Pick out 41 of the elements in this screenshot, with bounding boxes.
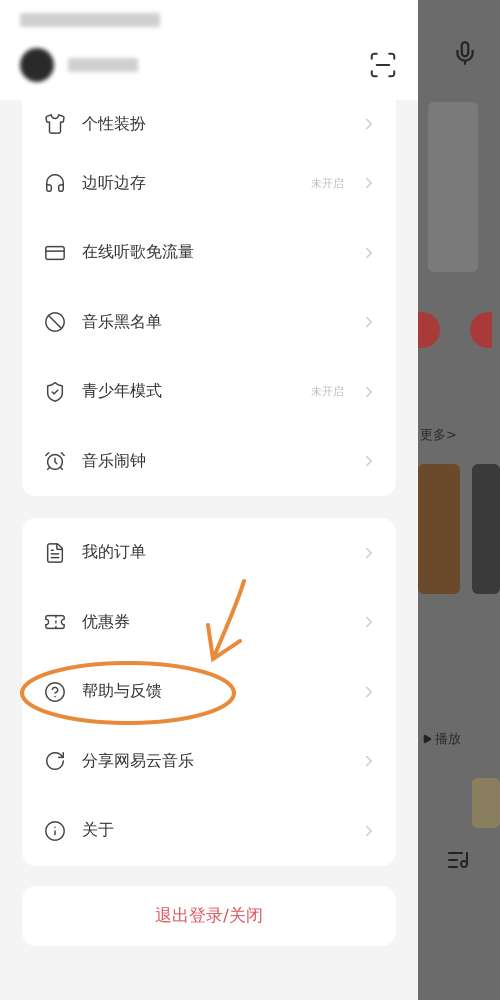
info-icon bbox=[44, 820, 66, 842]
shirt-icon bbox=[44, 113, 66, 136]
menu-item[interactable]: 分享网易云音乐 bbox=[22, 726, 396, 796]
song-cover bbox=[472, 778, 500, 828]
menu-item-label: 青少年模式 bbox=[82, 381, 163, 402]
menu-item-label: 个性装扮 bbox=[82, 114, 147, 135]
menu-item-label: 边听边存 bbox=[82, 172, 147, 194]
ban-icon bbox=[44, 311, 66, 334]
menu-item-label: 关于 bbox=[82, 820, 115, 842]
category-icon bbox=[470, 312, 492, 348]
menu-item-label: 分享网易云音乐 bbox=[82, 750, 195, 772]
scan-icon[interactable] bbox=[368, 50, 398, 80]
menu-item-label: 音乐黑名单 bbox=[82, 312, 163, 333]
play-icon bbox=[422, 734, 432, 744]
share-icon bbox=[44, 750, 66, 772]
shield-check-icon bbox=[44, 380, 66, 403]
menu-item-label: 优惠券 bbox=[82, 612, 131, 633]
category-icon bbox=[418, 312, 440, 348]
menu-item[interactable]: 在线听歌免流量 bbox=[22, 218, 396, 288]
menu-item[interactable]: 音乐闹钟 bbox=[22, 426, 396, 496]
menu-item-label: 在线听歌免流量 bbox=[82, 242, 195, 264]
menu-item[interactable]: 关于 bbox=[22, 796, 396, 866]
status-text: 未开启 bbox=[311, 384, 344, 400]
help-icon bbox=[44, 680, 66, 703]
blurred-username bbox=[68, 58, 138, 72]
menu-item[interactable]: 帮助与反馈 bbox=[22, 657, 396, 726]
menu-item[interactable]: 个性装扮 bbox=[22, 100, 396, 148]
menu-item[interactable]: 音乐黑名单 bbox=[22, 288, 396, 357]
menu-item-label: 音乐闹钟 bbox=[82, 450, 147, 472]
status-text: 未开启 bbox=[311, 176, 344, 191]
avatar[interactable] bbox=[20, 48, 54, 82]
document-icon bbox=[44, 542, 66, 564]
menu-item[interactable]: 我的订单 bbox=[22, 518, 396, 588]
menu-item[interactable]: 边听边存 未开启 bbox=[22, 148, 396, 218]
menu-item-label: 帮助与反馈 bbox=[82, 681, 163, 702]
menu-item-label: 我的订单 bbox=[82, 542, 147, 564]
headphones-icon bbox=[44, 172, 66, 194]
logout-button[interactable]: 退出登录/关闭 bbox=[22, 886, 396, 946]
menu-item[interactable]: 青少年模式 未开启 bbox=[22, 357, 396, 426]
alarm-clock-icon bbox=[44, 450, 66, 472]
menu-item[interactable]: 优惠券 bbox=[22, 588, 396, 657]
